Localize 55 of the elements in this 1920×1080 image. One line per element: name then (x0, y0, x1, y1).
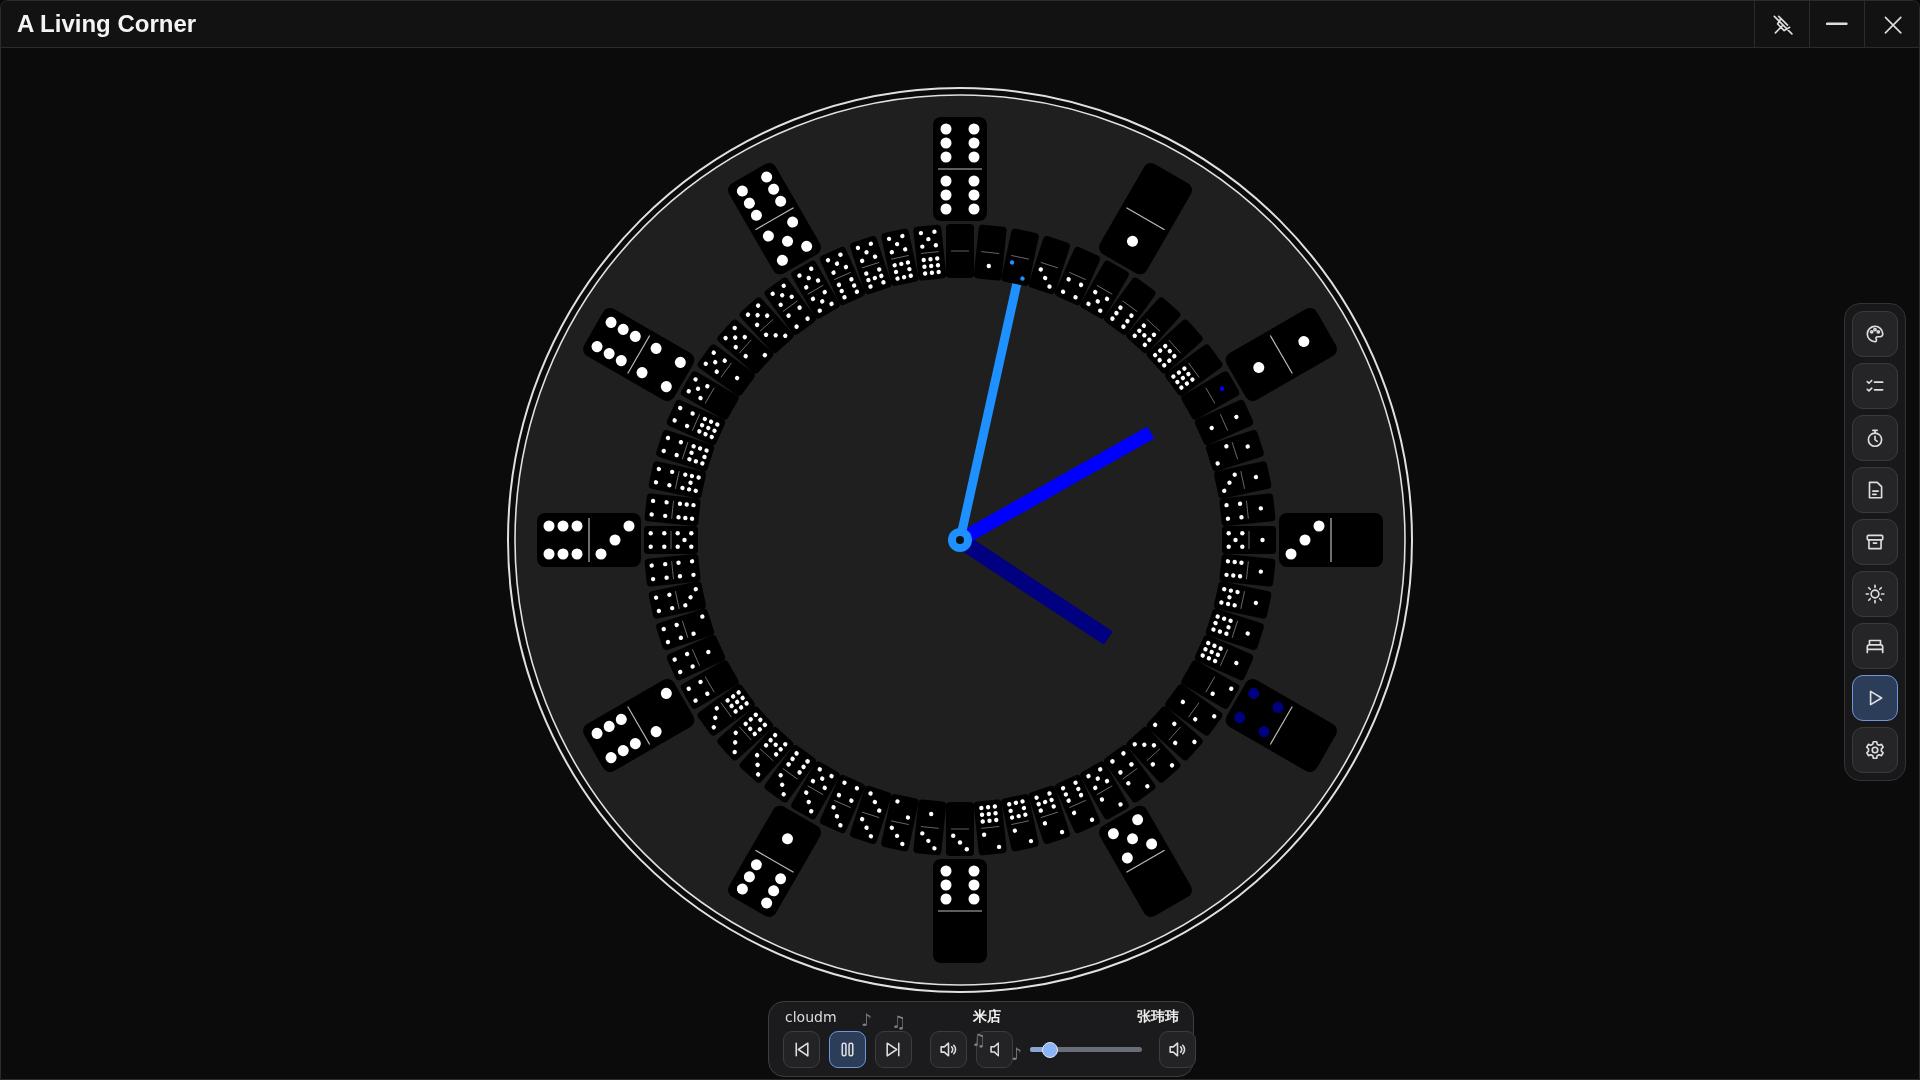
speaker-icon (938, 1039, 959, 1060)
unpin-icon (1771, 13, 1793, 35)
speaker-icon (989, 1042, 1000, 1057)
domino (973, 224, 1007, 281)
bed-button[interactable] (1852, 623, 1898, 669)
volume-up-button[interactable] (1159, 1031, 1196, 1068)
palette-icon (1864, 323, 1886, 345)
settings-icon (1864, 739, 1886, 761)
checklist-button[interactable] (1852, 363, 1898, 409)
volume-button[interactable] (930, 1031, 967, 1068)
domino (1219, 493, 1276, 527)
domino (644, 493, 701, 527)
source-label: cloudm (785, 1009, 837, 1025)
domino (644, 553, 701, 587)
hand-pivot (948, 528, 972, 552)
domino (946, 224, 974, 278)
settings-button[interactable] (1852, 727, 1898, 773)
brightness-button[interactable] (1852, 571, 1898, 617)
volume-down-button[interactable] (976, 1031, 1013, 1068)
pause-button[interactable] (829, 1031, 866, 1068)
volume-slider[interactable] (1030, 1041, 1142, 1058)
song-title: 米店 (972, 1008, 1001, 1026)
next-button[interactable] (875, 1031, 912, 1068)
music-note: ♪ (1011, 1046, 1022, 1063)
window-title: A Living Corner (17, 10, 198, 38)
slider-thumb[interactable] (1042, 1041, 1059, 1058)
palette-button[interactable] (1852, 311, 1898, 357)
music-note: ♫ (891, 1014, 907, 1031)
domino (1222, 526, 1276, 554)
minimize-icon (1826, 22, 1848, 26)
artist-name: 张玮玮 (1137, 1008, 1179, 1026)
domino (1219, 553, 1276, 587)
domino (1213, 460, 1272, 500)
domino (880, 228, 920, 287)
domino (1027, 784, 1071, 845)
domino (648, 580, 707, 620)
sun-icon (1864, 583, 1886, 605)
music-note: ♫ (971, 1032, 987, 1049)
domino (913, 224, 947, 281)
domino (1204, 607, 1265, 651)
music-note: ♪ (861, 1012, 872, 1029)
archive-button[interactable] (1852, 519, 1898, 565)
play-button[interactable] (1852, 675, 1898, 721)
domino (1213, 580, 1272, 620)
domino (973, 799, 1007, 856)
timer-button[interactable] (1852, 415, 1898, 461)
domino (880, 793, 920, 852)
domino (655, 607, 716, 651)
domino (946, 802, 974, 856)
previous-button[interactable] (783, 1031, 820, 1068)
document-button[interactable] (1852, 467, 1898, 513)
speaker-icon (1167, 1039, 1188, 1060)
domino (644, 526, 698, 554)
domino (1000, 228, 1040, 287)
domino (913, 799, 947, 856)
